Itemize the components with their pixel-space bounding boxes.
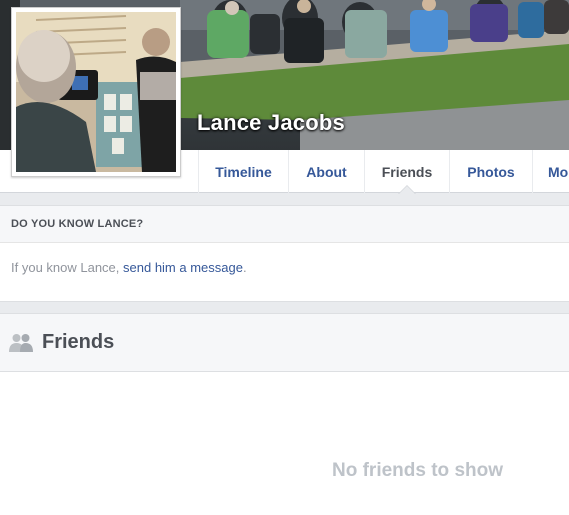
tab-about[interactable]: About [288,150,364,193]
tab-timeline[interactable]: Timeline [198,150,288,193]
profile-tabs: Timeline About Friends Photos Mo [198,150,569,194]
know-text-suffix: . [242,260,247,275]
friends-title[interactable]: Friends [42,331,114,354]
profile-picture[interactable] [11,7,181,177]
tab-photos[interactable]: Photos [449,150,532,193]
know-text-prefix: If you know Lance, [11,260,124,275]
know-person-heading: DO YOU KNOW LANCE? [0,206,569,243]
friends-section: Friends No friends to show [0,313,569,515]
profile-name[interactable]: Lance Jacobs [197,110,345,136]
tab-friends[interactable]: Friends [364,150,449,194]
tab-more[interactable]: Mo [532,150,569,193]
know-person-box: DO YOU KNOW LANCE? If you know Lance, se… [0,205,569,302]
no-friends-message: No friends to show [332,460,503,481]
friends-header: Friends [0,314,569,372]
friends-icon [9,333,33,352]
send-message-link[interactable]: send him a message [123,260,243,275]
profile-photo-image [16,12,176,172]
know-person-text: If you know Lance, send him a message. [0,243,569,275]
